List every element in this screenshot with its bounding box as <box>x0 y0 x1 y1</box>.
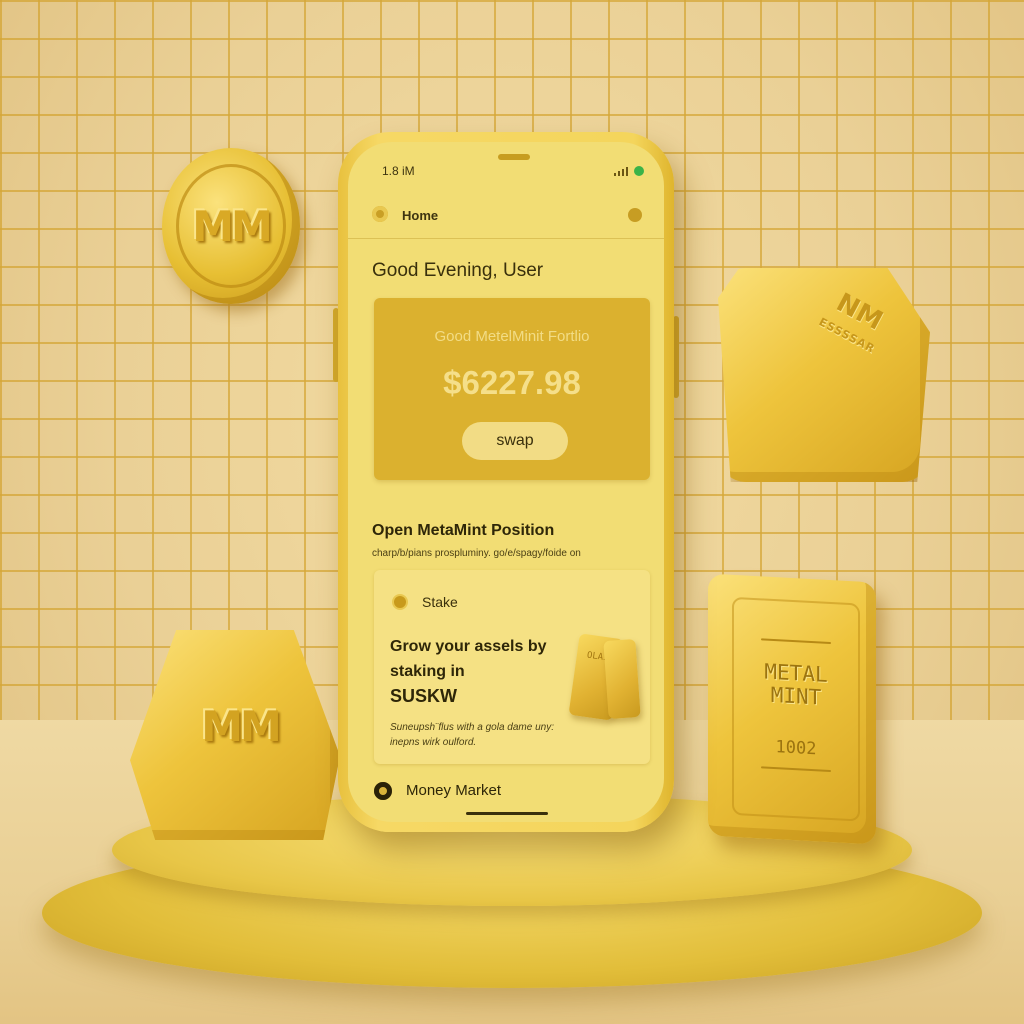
portfolio-title: Good MetelMinit Fortlio <box>434 328 590 345</box>
speaker-notch <box>498 154 530 160</box>
coin-emblem: MM <box>176 164 286 288</box>
home-icon[interactable] <box>372 206 388 222</box>
signal-bar <box>618 171 620 176</box>
stake-heading-line3: SUSKW <box>390 686 457 706</box>
battery-icon <box>634 166 644 176</box>
home-nav-label[interactable]: Home <box>402 208 438 223</box>
money-market-icon <box>374 782 392 800</box>
phone-screen: 1.8 iM Home Good Evening, User Good Mete… <box>348 142 664 822</box>
portfolio-card: Good MetelMinit Fortlio $6227.98 swap <box>374 298 650 480</box>
money-market-label: Money Market <box>406 782 502 799</box>
status-time: 1.8 iM <box>382 164 415 178</box>
bar-line-bottom <box>761 766 831 773</box>
greeting: Good Evening, User <box>372 260 544 281</box>
stake-label: Stake <box>422 594 458 610</box>
position-heading[interactable]: Open MetaMint Position <box>372 522 554 540</box>
status-icons <box>614 166 644 176</box>
mini-gold-bar <box>603 638 641 720</box>
signal-bar <box>626 167 628 176</box>
top-nav: Home <box>348 194 664 239</box>
bar-title: METAL MINT <box>764 659 828 710</box>
cube-emblem: NM ESSSSAR <box>805 280 906 362</box>
scene: MM NM ESSSSAR MM METAL MINT 1002 1.8 iM <box>0 0 1024 1024</box>
stake-heading-line2: staking in <box>390 663 465 680</box>
stake-gold-illustration: OLAI <box>568 633 644 726</box>
gold-bar: METAL MINT 1002 <box>708 573 876 845</box>
stake-heading-line1: Grow your assels by <box>390 638 547 655</box>
stake-description: Suneupsh¨flus with a gola dame uny: inep… <box>390 722 554 748</box>
gold-coin: MM <box>162 148 300 304</box>
signal-bar <box>614 173 616 176</box>
swap-button[interactable]: swap <box>462 422 568 460</box>
stake-card[interactable]: Stake Grow your assels by staking in SUS… <box>374 570 650 764</box>
signal-bar <box>622 169 624 176</box>
position-subtitle: charp/b/pians prospluminy. go/e/spagy/fo… <box>372 548 581 559</box>
stake-heading: Grow your assels by staking in SUSKW <box>390 634 570 709</box>
home-indicator[interactable] <box>466 812 548 815</box>
phone: 1.8 iM Home Good Evening, User Good Mete… <box>338 132 674 832</box>
block-emblem: MM <box>201 702 282 751</box>
gold-bar-face: METAL MINT 1002 <box>732 596 860 822</box>
money-market-nav[interactable]: Money Market <box>348 778 664 808</box>
profile-icon[interactable] <box>628 208 642 222</box>
bar-number: 1002 <box>775 737 817 760</box>
stake-icon <box>392 594 408 610</box>
gold-cube: NM ESSSSAR <box>718 268 930 482</box>
status-bar: 1.8 iM <box>382 164 644 180</box>
portfolio-value: $6227.98 <box>443 364 581 401</box>
bar-line-top <box>761 638 831 645</box>
